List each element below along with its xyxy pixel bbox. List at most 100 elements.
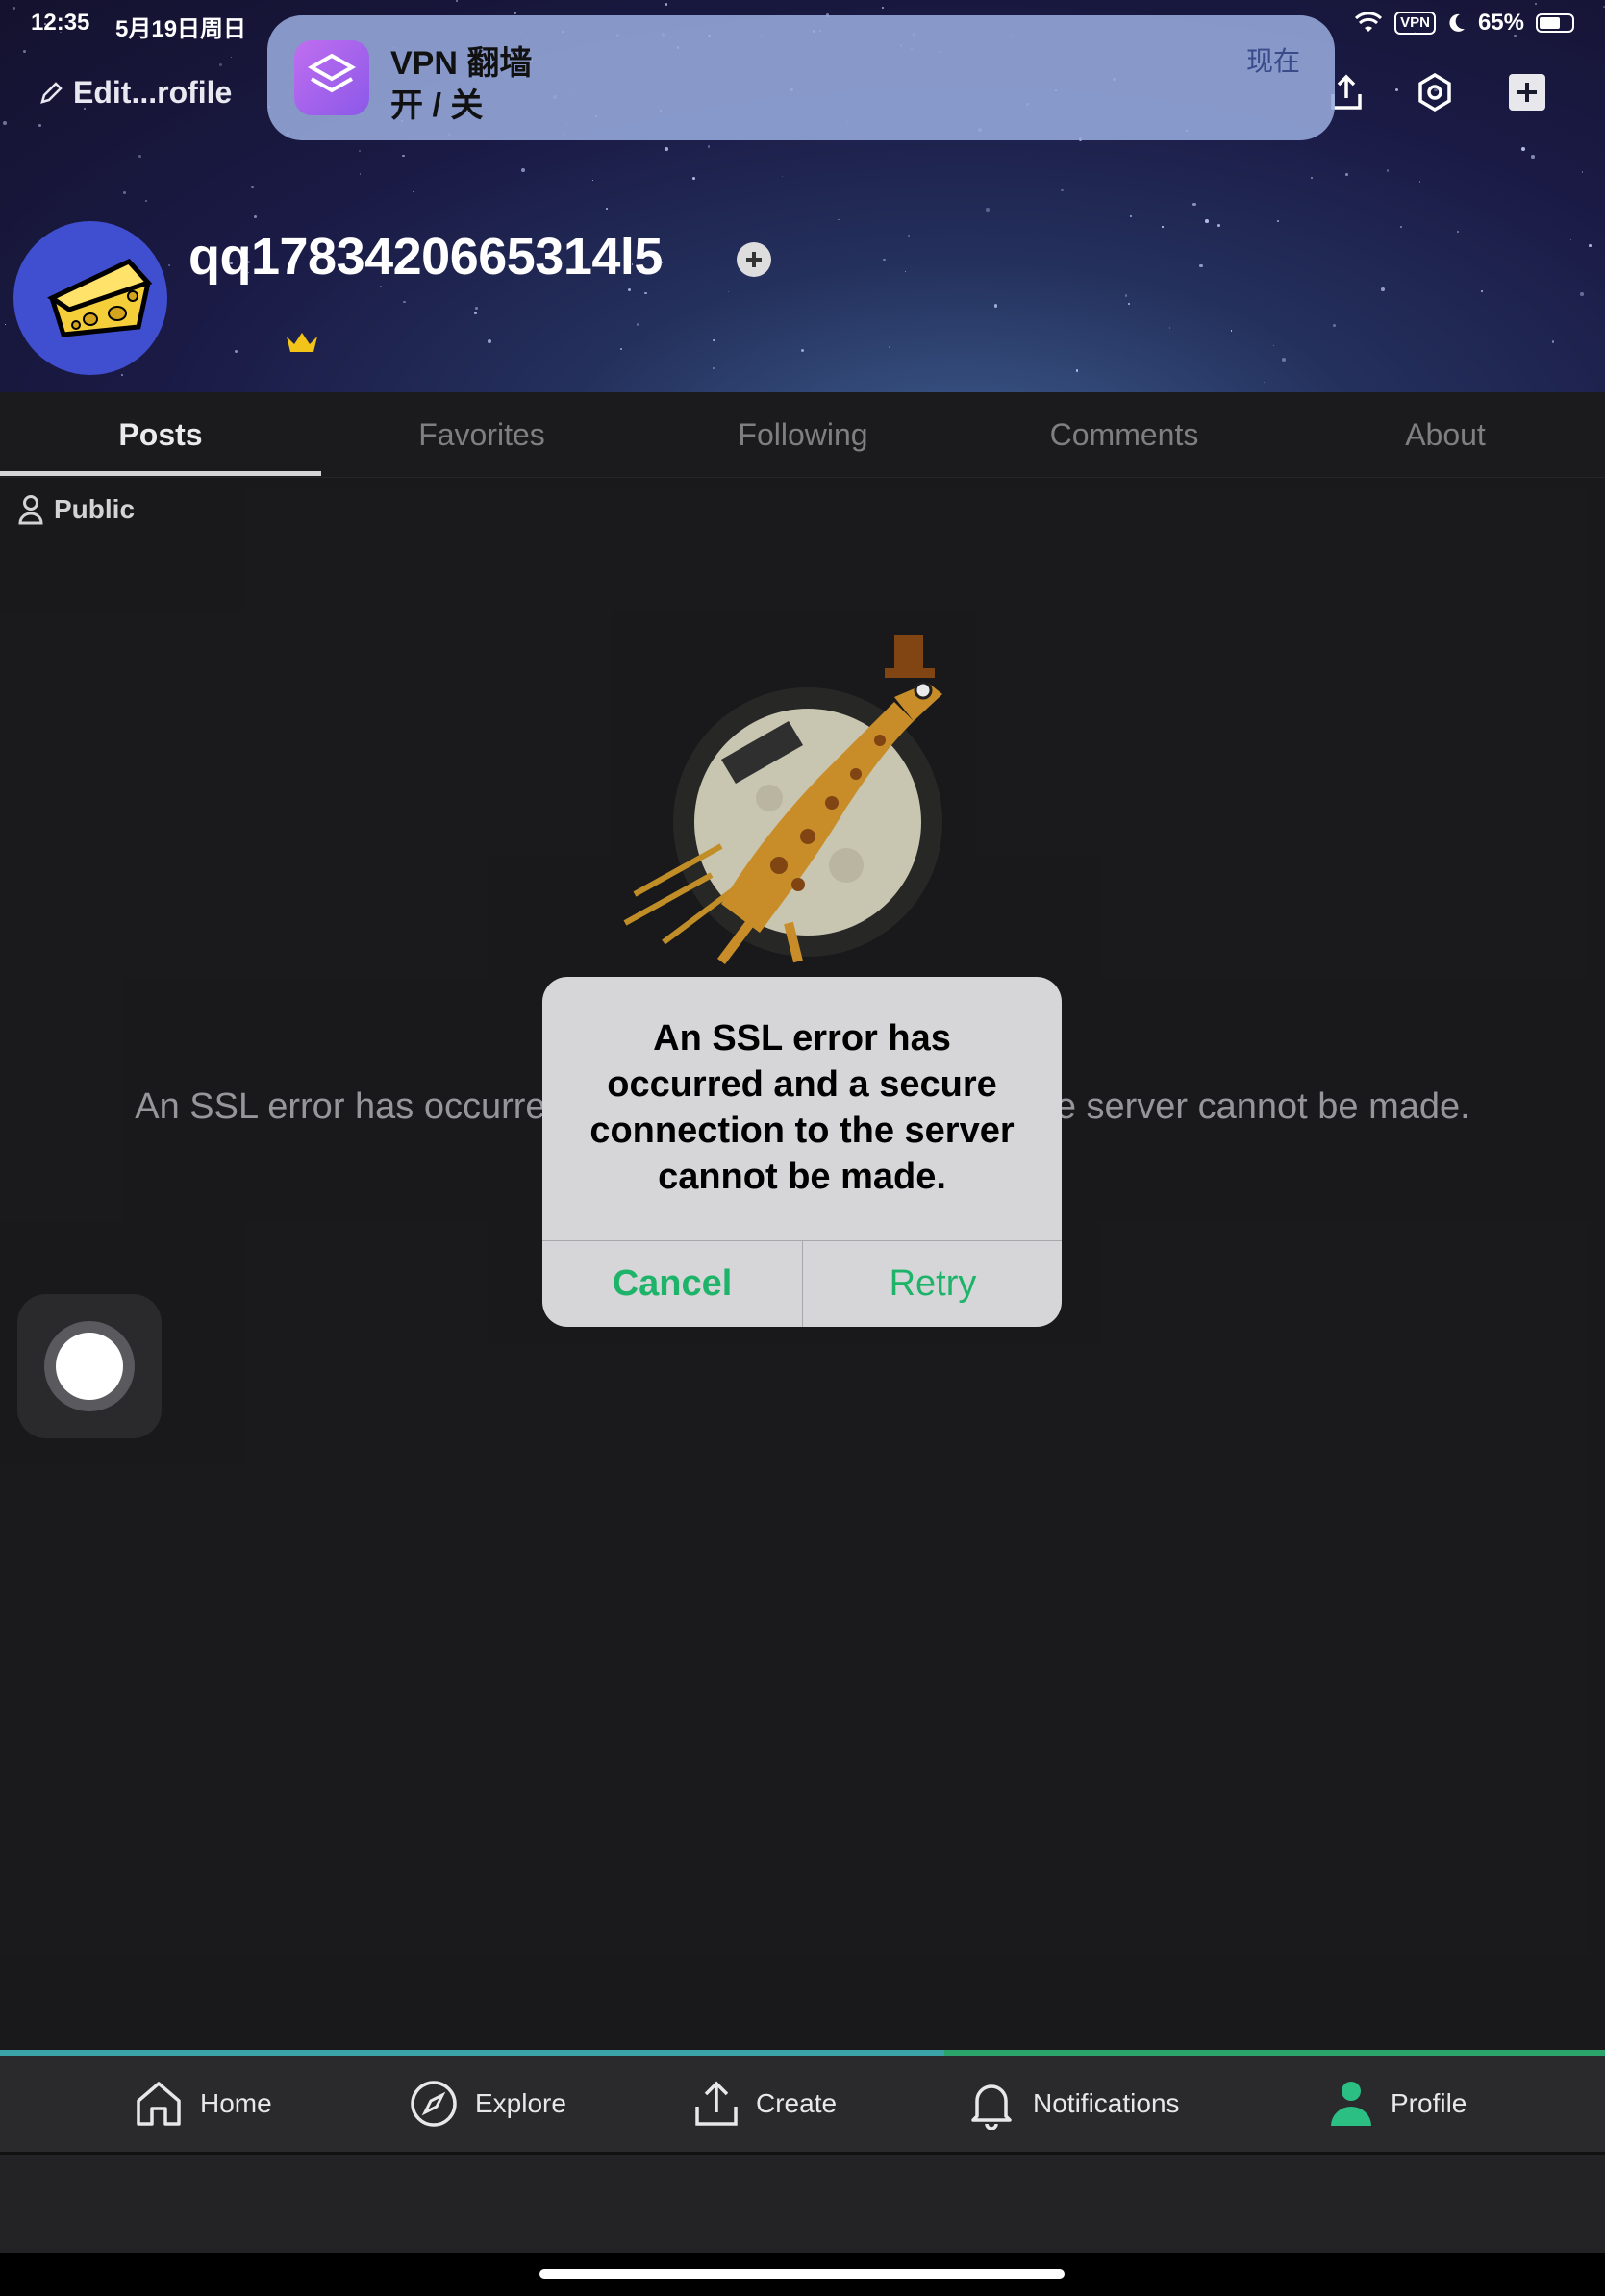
star — [403, 300, 406, 303]
star — [1162, 226, 1164, 228]
nav-home-label: Home — [200, 2088, 272, 2118]
person-icon — [1331, 2082, 1371, 2126]
banner-body: 开 / 关 — [390, 87, 484, 124]
star — [591, 179, 594, 181]
notification-banner[interactable]: VPN 翻墙 开 / 关 现在 — [267, 15, 1335, 140]
nav-create-label: Create — [756, 2088, 838, 2118]
star — [904, 271, 906, 273]
cancel-button[interactable]: Cancel — [542, 1241, 802, 1327]
crown-icon — [287, 333, 317, 352]
nav-explore-label: Explore — [475, 2088, 566, 2118]
star — [883, 258, 886, 261]
assistive-touch-dot — [56, 1333, 123, 1400]
star — [358, 150, 361, 153]
pencil-icon — [40, 81, 63, 104]
star — [1552, 340, 1555, 343]
moon-icon — [1449, 13, 1465, 32]
star — [1345, 173, 1348, 176]
star — [1282, 358, 1286, 362]
status-time: 12:35 — [31, 10, 90, 36]
star — [1418, 181, 1421, 183]
star — [1570, 239, 1571, 241]
star — [1061, 188, 1064, 192]
star — [1205, 219, 1209, 223]
star — [474, 306, 478, 310]
star — [1272, 344, 1275, 346]
star — [605, 207, 608, 211]
status-date: 5月19日周日 — [115, 16, 247, 42]
star — [1333, 324, 1337, 327]
wifi-icon — [1355, 12, 1383, 32]
home-icon — [137, 2082, 181, 2126]
star — [628, 288, 632, 292]
star — [727, 290, 730, 293]
star — [1127, 302, 1131, 306]
star — [38, 124, 41, 128]
star — [713, 338, 715, 342]
nav-home[interactable]: Home — [133, 2056, 272, 2152]
star — [253, 215, 257, 219]
username: qq1783420665314l5 — [188, 228, 663, 286]
nav-notifications[interactable]: Notifications — [966, 2056, 1180, 2152]
star — [231, 56, 233, 59]
nav-create[interactable]: Create — [692, 2056, 837, 2152]
star — [665, 147, 668, 151]
nav-notifications-label: Notifications — [1033, 2088, 1180, 2118]
star — [1380, 287, 1385, 291]
star — [644, 291, 648, 295]
star — [1230, 330, 1233, 333]
settings-icon[interactable] — [1414, 71, 1456, 113]
star — [219, 62, 223, 67]
status-indicators: VPN 65% — [1354, 10, 1574, 37]
bottom-navigation: Home Explore Create Notifications Profil… — [0, 2056, 1605, 2155]
banner-title: VPN 翻墙 — [390, 45, 533, 82]
star — [1589, 244, 1592, 247]
star — [1395, 87, 1399, 91]
edit-profile-label: Edit...rofile — [73, 75, 233, 110]
star — [619, 348, 622, 351]
star — [138, 155, 141, 159]
compass-icon — [411, 2081, 457, 2127]
home-indicator[interactable] — [539, 2269, 1065, 2279]
nav-profile[interactable]: Profile — [1327, 2056, 1467, 2152]
star — [167, 263, 170, 266]
battery-icon — [1536, 13, 1574, 33]
edit-profile-button[interactable]: Edit...rofile — [38, 75, 232, 111]
star — [487, 339, 491, 344]
retry-button[interactable]: Retry — [803, 1241, 1062, 1327]
star — [3, 121, 7, 126]
add-post-icon[interactable] — [1506, 71, 1548, 113]
star — [1076, 369, 1079, 372]
star — [1264, 381, 1266, 383]
star — [1277, 220, 1279, 222]
star — [235, 349, 238, 353]
star — [120, 374, 124, 377]
banner-time: 现在 — [1245, 46, 1300, 76]
star — [23, 49, 27, 54]
star — [251, 186, 254, 188]
battery-percent: 65% — [1477, 10, 1524, 36]
ssl-error-alert: An SSL error has occurred and a secure c… — [542, 977, 1062, 1327]
star — [713, 367, 715, 369]
vpn-badge: VPN — [1394, 12, 1436, 35]
star — [521, 168, 526, 173]
star — [1480, 289, 1483, 292]
avatar[interactable] — [13, 221, 167, 375]
star — [4, 323, 7, 326]
cheese-avatar-icon — [46, 258, 153, 337]
star — [907, 235, 910, 237]
star — [1581, 171, 1584, 173]
star — [412, 190, 414, 192]
battery-level — [1540, 17, 1560, 29]
star — [122, 191, 126, 195]
add-friend-icon[interactable] — [737, 242, 771, 277]
star — [1456, 230, 1459, 233]
star — [1129, 214, 1132, 217]
star — [1311, 177, 1314, 179]
star — [1192, 202, 1196, 207]
star — [1521, 146, 1525, 151]
assistive-touch-button[interactable] — [17, 1294, 162, 1438]
nav-explore[interactable]: Explore — [408, 2056, 566, 2152]
bell-icon — [971, 2084, 1012, 2130]
star — [1199, 263, 1203, 268]
